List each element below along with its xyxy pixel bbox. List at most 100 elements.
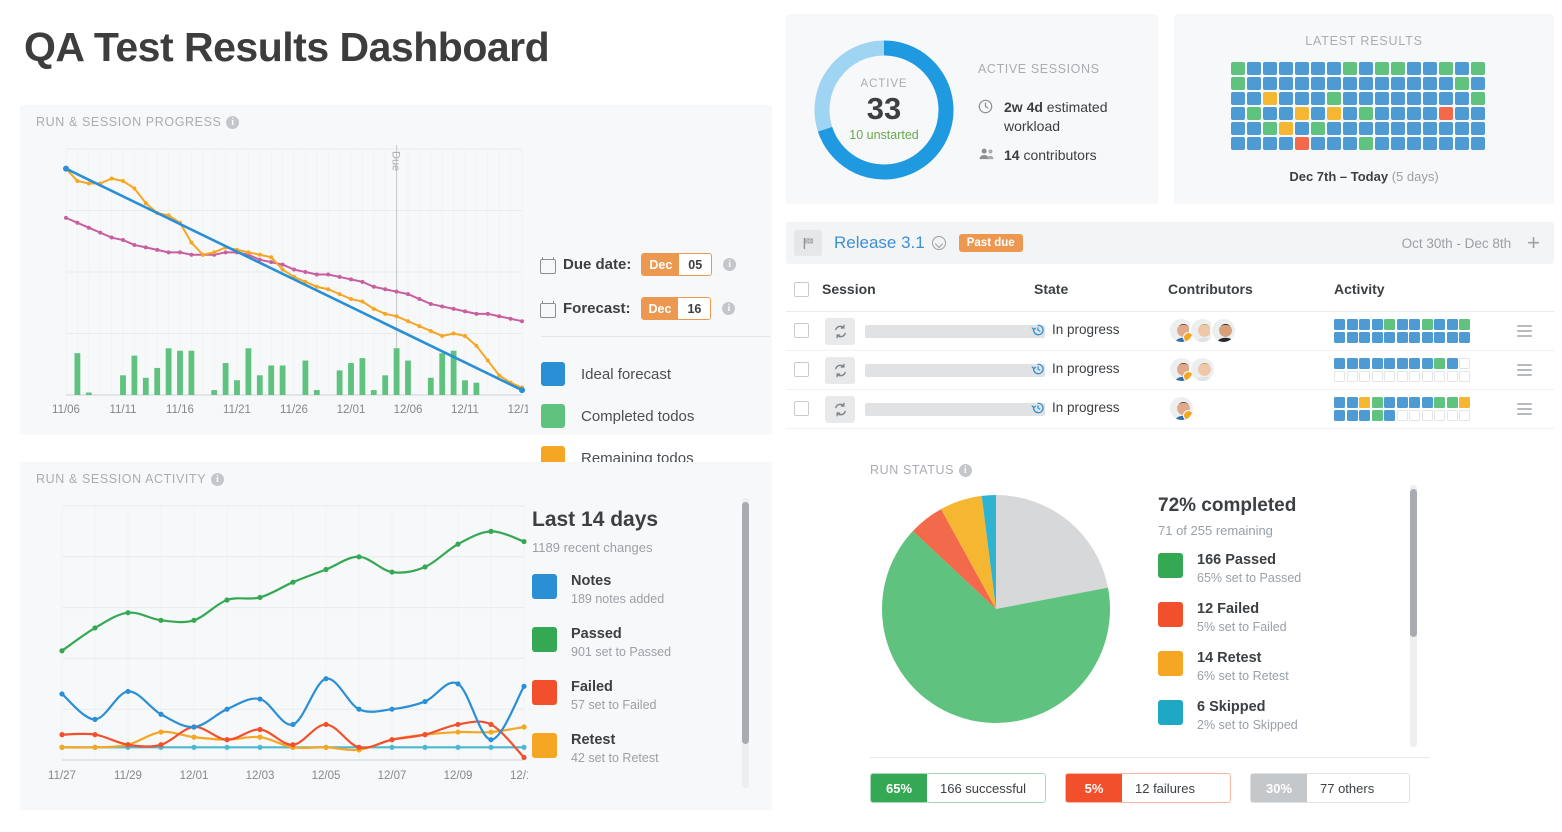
activity-cell[interactable] xyxy=(1446,370,1458,382)
avatar[interactable] xyxy=(1168,395,1195,422)
heatmap-cell[interactable] xyxy=(1247,137,1261,150)
activity-cell[interactable] xyxy=(1421,370,1433,382)
heatmap-cell[interactable] xyxy=(1231,62,1245,75)
activity-cell[interactable] xyxy=(1421,319,1433,330)
heatmap-cell[interactable] xyxy=(1439,122,1453,135)
heatmap-cell[interactable] xyxy=(1359,62,1373,75)
activity-cell[interactable] xyxy=(1421,397,1433,408)
activity-cell[interactable] xyxy=(1446,319,1458,330)
heatmap-cell[interactable] xyxy=(1375,77,1389,90)
activity-cell[interactable] xyxy=(1459,331,1470,343)
activity-cell[interactable] xyxy=(1359,358,1370,369)
hamburger-icon[interactable] xyxy=(1517,325,1532,340)
heatmap-cell[interactable] xyxy=(1407,122,1421,135)
activity-cell[interactable] xyxy=(1421,409,1433,421)
heatmap-cell[interactable] xyxy=(1423,77,1437,90)
activity-cell[interactable] xyxy=(1446,397,1458,408)
activity-cell[interactable] xyxy=(1434,358,1445,369)
activity-cell[interactable] xyxy=(1434,370,1445,382)
info-icon[interactable]: i xyxy=(959,464,973,477)
activity-cell[interactable] xyxy=(1409,331,1420,343)
heatmap-cell[interactable] xyxy=(1391,137,1405,150)
info-icon[interactable]: i xyxy=(226,116,240,129)
heatmap-cell[interactable] xyxy=(1295,62,1309,75)
heatmap-cell[interactable] xyxy=(1359,122,1373,135)
hamburger-icon[interactable] xyxy=(1517,403,1532,418)
heatmap-cell[interactable] xyxy=(1423,92,1437,105)
heatmap-cell[interactable] xyxy=(1439,107,1453,120)
chevron-down-icon[interactable] xyxy=(931,236,946,250)
heatmap-cell[interactable] xyxy=(1455,62,1469,75)
activity-cell[interactable] xyxy=(1384,370,1395,382)
info-icon[interactable]: i xyxy=(211,473,225,486)
activity-cell[interactable] xyxy=(1346,331,1358,343)
release-name[interactable]: Release 3.1 xyxy=(834,233,925,253)
activity-cell[interactable] xyxy=(1371,331,1383,343)
activity-cell[interactable] xyxy=(1371,358,1383,369)
heatmap-cell[interactable] xyxy=(1407,77,1421,90)
heatmap-cell[interactable] xyxy=(1327,107,1341,120)
activity-cell[interactable] xyxy=(1384,409,1395,421)
activity-cell[interactable] xyxy=(1409,358,1420,369)
heatmap-cell[interactable] xyxy=(1247,92,1261,105)
heatmap-cell[interactable] xyxy=(1311,62,1325,75)
activity-cell[interactable] xyxy=(1334,397,1345,408)
plus-icon[interactable]: + xyxy=(1527,232,1540,254)
heatmap-cell[interactable] xyxy=(1343,92,1357,105)
heatmap-cell[interactable] xyxy=(1295,77,1309,90)
activity-cell[interactable] xyxy=(1359,409,1370,421)
activity-cell[interactable] xyxy=(1384,319,1395,330)
activity-cell[interactable] xyxy=(1359,397,1370,408)
heatmap-cell[interactable] xyxy=(1375,122,1389,135)
heatmap-cell[interactable] xyxy=(1391,62,1405,75)
activity-cell[interactable] xyxy=(1396,370,1408,382)
heatmap-cell[interactable] xyxy=(1327,62,1341,75)
activity-cell[interactable] xyxy=(1446,331,1458,343)
row-checkbox[interactable] xyxy=(794,401,809,416)
activity-cell[interactable] xyxy=(1459,358,1470,369)
heatmap-cell[interactable] xyxy=(1231,92,1245,105)
activity-cell[interactable] xyxy=(1396,331,1408,343)
heatmap-cell[interactable] xyxy=(1407,107,1421,120)
activity-cell[interactable] xyxy=(1334,331,1345,343)
activity-cell[interactable] xyxy=(1371,370,1383,382)
heatmap-cell[interactable] xyxy=(1359,107,1373,120)
heatmap-cell[interactable] xyxy=(1375,107,1389,120)
stat-pill-others[interactable]: 30% 77 others xyxy=(1250,773,1410,803)
heatmap-cell[interactable] xyxy=(1407,92,1421,105)
heatmap-cell[interactable] xyxy=(1295,137,1309,150)
avatar[interactable] xyxy=(1210,317,1237,344)
activity-cell[interactable] xyxy=(1334,409,1345,421)
heatmap-cell[interactable] xyxy=(1359,92,1373,105)
activity-cell[interactable] xyxy=(1359,370,1370,382)
heatmap-cell[interactable] xyxy=(1407,137,1421,150)
activity-cell[interactable] xyxy=(1346,397,1358,408)
flag-icon[interactable] xyxy=(794,230,822,256)
heatmap-cell[interactable] xyxy=(1471,107,1485,120)
activity-cell[interactable] xyxy=(1434,397,1445,408)
activity-cell[interactable] xyxy=(1396,397,1408,408)
activity-cell[interactable] xyxy=(1409,370,1420,382)
heatmap-cell[interactable] xyxy=(1455,107,1469,120)
activity-cell[interactable] xyxy=(1359,331,1370,343)
heatmap-cell[interactable] xyxy=(1343,77,1357,90)
activity-cell[interactable] xyxy=(1371,397,1383,408)
heatmap-cell[interactable] xyxy=(1247,62,1261,75)
contributor-avatars[interactable] xyxy=(1168,317,1237,344)
heatmap-cell[interactable] xyxy=(1391,122,1405,135)
heatmap-cell[interactable] xyxy=(1343,62,1357,75)
avatar[interactable] xyxy=(1189,356,1216,383)
heatmap-cell[interactable] xyxy=(1231,107,1245,120)
heatmap-cell[interactable] xyxy=(1327,92,1341,105)
heatmap-cell[interactable] xyxy=(1391,107,1405,120)
activity-cell[interactable] xyxy=(1346,370,1358,382)
heatmap-cell[interactable] xyxy=(1263,122,1277,135)
activity-cell[interactable] xyxy=(1334,370,1345,382)
heatmap-cell[interactable] xyxy=(1263,107,1277,120)
heatmap-cell[interactable] xyxy=(1263,62,1277,75)
activity-cell[interactable] xyxy=(1434,319,1445,330)
run-status-scrollbar-thumb[interactable] xyxy=(1410,489,1417,637)
heatmap-cell[interactable] xyxy=(1279,137,1293,150)
heatmap-cell[interactable] xyxy=(1295,107,1309,120)
activity-cell[interactable] xyxy=(1334,319,1345,330)
